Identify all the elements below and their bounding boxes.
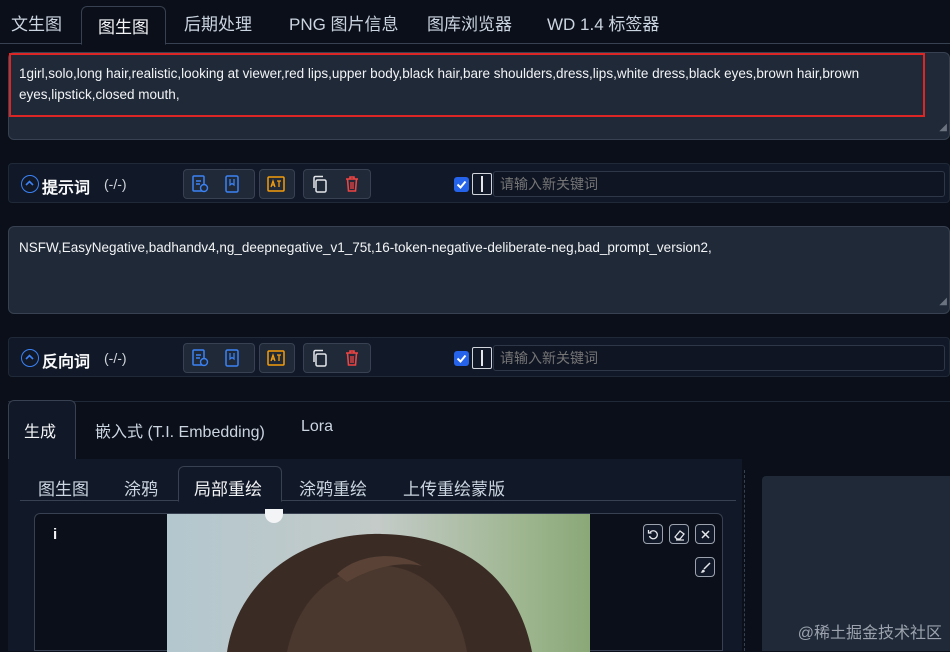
tab-ti-embedding[interactable]: 嵌入式 (T.I. Embedding) bbox=[95, 418, 265, 442]
prompt-text: 1girl,solo,long hair,realistic,looking a… bbox=[19, 66, 860, 102]
negative-translate-btn-group bbox=[259, 343, 295, 373]
tab-img2img[interactable]: 图生图 bbox=[81, 6, 166, 45]
subtab-sketch[interactable]: 涂鸦 bbox=[124, 475, 158, 500]
tab-lora[interactable]: Lora bbox=[301, 418, 333, 436]
undo-icon[interactable] bbox=[643, 524, 663, 544]
copy-icon[interactable] bbox=[310, 348, 330, 368]
negative-row-title: 反向词 bbox=[42, 354, 91, 371]
history-icon[interactable] bbox=[190, 174, 210, 194]
tab-image-browser[interactable]: 图库浏览器 bbox=[427, 10, 512, 35]
eraser-icon[interactable] bbox=[669, 524, 689, 544]
copy-icon[interactable] bbox=[310, 174, 330, 194]
bookmark-icon[interactable] bbox=[222, 348, 242, 368]
translate-icon[interactable] bbox=[266, 174, 286, 194]
subtab-inpaint-sketch[interactable]: 涂鸦重绘 bbox=[299, 475, 367, 500]
keyword-enable-checkbox[interactable] bbox=[454, 351, 469, 366]
tab-extras[interactable]: 后期处理 bbox=[184, 10, 252, 35]
resize-grip-icon[interactable]: ◢ bbox=[939, 291, 947, 312]
collapse-arrow-icon[interactable] bbox=[21, 349, 39, 367]
portrait-image bbox=[167, 514, 590, 652]
watermark-text: @稀土掘金技术社区 bbox=[797, 625, 942, 642]
negative-keyword-input[interactable] bbox=[493, 345, 945, 371]
subtab-inpaint-upload[interactable]: 上传重绘蒙版 bbox=[403, 475, 505, 500]
inpaint-canvas[interactable]: i bbox=[34, 509, 723, 652]
negative-prompt-textarea[interactable]: NSFW,EasyNegative,badhandv4,ng_deepnegat… bbox=[8, 226, 950, 314]
text-cursor-icon bbox=[472, 173, 492, 195]
resize-grip-icon[interactable]: ◢ bbox=[939, 117, 947, 138]
prompt-copy-clear-group bbox=[303, 169, 371, 199]
tab-txt2img[interactable]: 文生图 bbox=[11, 10, 62, 35]
prompt-keyword-input[interactable] bbox=[493, 171, 945, 197]
history-icon[interactable] bbox=[190, 348, 210, 368]
trash-icon[interactable] bbox=[342, 348, 362, 368]
panel-divider bbox=[744, 470, 745, 651]
negative-prompt-text: NSFW,EasyNegative,badhandv4,ng_deepnegat… bbox=[19, 240, 712, 255]
negative-edit-btn-group bbox=[183, 343, 255, 373]
prompt-row-title: 提示词 bbox=[42, 180, 91, 197]
translate-icon[interactable] bbox=[266, 348, 286, 368]
subtab-inpaint[interactable]: 局部重绘 bbox=[194, 475, 262, 500]
negative-token-count: (-/-) bbox=[104, 350, 127, 366]
trash-icon[interactable] bbox=[342, 174, 362, 194]
negative-toolbar-row: 反向词 (-/-) bbox=[8, 337, 950, 377]
subtab-img2img[interactable]: 图生图 bbox=[38, 475, 89, 500]
prompt-translate-btn-group bbox=[259, 169, 295, 199]
text-cursor-icon bbox=[472, 347, 492, 369]
collapse-arrow-icon[interactable] bbox=[21, 175, 39, 193]
prompt-textarea[interactable]: 1girl,solo,long hair,realistic,looking a… bbox=[8, 52, 950, 140]
negative-copy-clear-group bbox=[303, 343, 371, 373]
keyword-enable-checkbox[interactable] bbox=[454, 177, 469, 192]
info-icon[interactable]: i bbox=[53, 526, 57, 543]
tab-generate[interactable]: 生成 bbox=[24, 418, 56, 442]
bookmark-icon[interactable] bbox=[222, 174, 242, 194]
tab-wd14-tagger[interactable]: WD 1.4 标签器 bbox=[547, 10, 659, 35]
prompt-toolbar-row: 提示词 (-/-) bbox=[8, 163, 950, 203]
subtab-divider bbox=[20, 500, 736, 501]
tab-png-info[interactable]: PNG 图片信息 bbox=[289, 10, 399, 35]
close-icon[interactable] bbox=[695, 524, 715, 544]
prompt-token-count: (-/-) bbox=[104, 176, 127, 192]
prompt-edit-btn-group bbox=[183, 169, 255, 199]
main-tab-bar: 文生图 图生图 后期处理 PNG 图片信息 图库浏览器 WD 1.4 标签器 bbox=[0, 0, 950, 45]
brush-icon[interactable] bbox=[695, 557, 715, 577]
